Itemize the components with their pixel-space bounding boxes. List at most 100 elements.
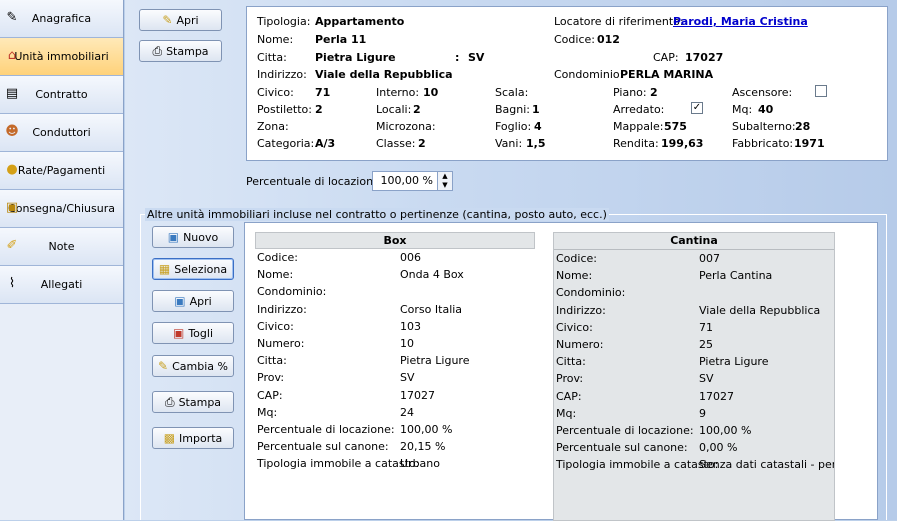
unit-field-row: Civico: 71 (554, 319, 834, 336)
citta-label: Citta: (257, 51, 287, 64)
select-icon: ▦ (158, 262, 171, 276)
pencil-icon: ✎ (162, 13, 173, 27)
togli-button[interactable]: ▣ Togli (152, 322, 234, 344)
unit-field-value: 100,00 % (400, 422, 453, 436)
scala-label: Scala: (495, 86, 529, 99)
arredato-checkbox[interactable]: ✓ (691, 102, 703, 114)
unit-field-value: 17027 (699, 389, 734, 403)
seleziona-label: Seleziona (174, 262, 228, 276)
condominio-value: PERLA MARINA (620, 68, 714, 81)
unit-field-row: Mq: 24 (255, 404, 535, 421)
sidebar-item-label: Consegna/Chiusura (8, 202, 115, 215)
note-icon: ✐ (6, 238, 18, 253)
cambia-percentuale-button[interactable]: ✎ Cambia % (152, 355, 234, 377)
prov-separator: : (455, 51, 460, 64)
sidebar-item-label: Rate/Pagamenti (17, 164, 106, 177)
apri-unit-button[interactable]: ▣ Apri (152, 290, 234, 312)
unit-card-box[interactable]: Box Codice: 006 Nome: Onda 4 Box Condominio:… (255, 232, 535, 472)
document-icon: ▤ (5, 86, 19, 101)
cambia-label: Cambia % (172, 359, 228, 373)
unit-field-label: Codice: (556, 252, 597, 265)
sidebar-item-rate-pagamenti[interactable]: ● Rate/Pagamenti (0, 152, 123, 190)
sidebar-item-label: Contratto (35, 88, 88, 101)
unit-field-row: Numero: 25 (554, 336, 834, 353)
sidebar-item-contratto[interactable]: ▤ Contratto (0, 76, 123, 114)
nuovo-button[interactable]: ▣ Nuovo (152, 226, 234, 248)
locatore-link[interactable]: Parodi, Maria Cristina (673, 15, 808, 28)
vani-label: Vani: (495, 137, 523, 150)
indirizzo-label: Indirizzo: (257, 68, 307, 81)
unit-field-row: Tipologia immobile a catasto: Urbano (255, 455, 535, 472)
percentuale-input[interactable]: 100,00 % (372, 171, 438, 191)
apri-label: Apri (176, 13, 199, 27)
ascensore-checkbox[interactable] (815, 85, 827, 97)
foglio-value: 4 (534, 120, 542, 133)
importa-button[interactable]: ▩ Importa (152, 427, 234, 449)
box-add-icon: ▣ (167, 230, 180, 244)
unit-field-value: 103 (400, 319, 421, 333)
unit-card-cantina[interactable]: Cantina Codice: 007 Nome: Perla Cantina Cond… (553, 232, 835, 521)
mappale-label: Mappale: (613, 120, 664, 133)
sidebar-item-label: Unità immobiliari (14, 50, 109, 63)
unit-field-value: 10 (400, 336, 414, 350)
pencil-icon: ✎ (6, 10, 18, 25)
codice-value: 012 (597, 33, 620, 46)
civico-value: 71 (315, 86, 331, 99)
seleziona-button[interactable]: ▦ Seleziona (152, 258, 234, 280)
togli-label: Togli (188, 326, 214, 340)
mq-label: Mq: (732, 103, 753, 116)
interno-label: Interno: (376, 86, 420, 99)
unit-field-row: Percentuale di locazione: 100,00 % (255, 421, 535, 438)
unit-field-value: Perla Cantina (699, 269, 773, 283)
unit-field-label: Condominio: (556, 286, 626, 300)
sidebar-item-consegna-chiusura[interactable]: ▣ Consegna/Chiusura (0, 190, 123, 228)
unit-field-label: Mq: (556, 406, 577, 420)
postiletto-label: Postiletto: (257, 103, 312, 116)
unit-field-label: Percentuale sul canone: (556, 441, 688, 455)
unit-field-label: Prov: (556, 372, 584, 386)
percentuale-label: Percentuale di locazione (246, 175, 380, 188)
nuovo-label: Nuovo (183, 230, 219, 244)
sidebar-item-anagrafica[interactable]: ✎ Anagrafica (0, 0, 123, 38)
unit-field-label: Percentuale di locazione: (556, 423, 694, 437)
rendita-value: 199,63 (661, 137, 704, 150)
other-units-title: Altre unità immobiliari incluse nel cont… (145, 208, 609, 221)
unit-field-row: Tipologia immobile a catasto: Senza dati … (554, 456, 834, 473)
percentuale-spinner[interactable]: ▲ ▼ (437, 171, 453, 191)
unit-card-title: Box (255, 232, 535, 249)
vani-value: 1,5 (526, 137, 546, 150)
locatore-label: Locatore di riferimento: (554, 15, 684, 28)
unit-field-row: Numero: 10 (255, 335, 535, 352)
codice-label: Codice: (554, 33, 595, 46)
unit-field-row: Prov: SV (255, 369, 535, 386)
unit-field-label: Percentuale di locazione: (257, 422, 395, 436)
unit-field-row: Percentuale sul canone: 20,15 % (255, 438, 535, 455)
spin-down-icon[interactable]: ▼ (438, 181, 452, 190)
unit-field-value: 25 (699, 337, 713, 351)
import-icon: ▩ (163, 431, 176, 445)
sidebar-item-allegati[interactable]: ⌇ Allegati (0, 266, 123, 304)
spin-up-icon[interactable]: ▲ (438, 172, 452, 181)
foglio-label: Foglio: (495, 120, 532, 133)
locali-label: Locali: (376, 103, 412, 116)
locali-value: 2 (413, 103, 421, 116)
arredato-label: Arredato: (613, 103, 665, 116)
piano-label: Piano: (613, 86, 647, 99)
unit-field-row: Percentuale di locazione: 100,00 % (554, 422, 834, 439)
cap-label: CAP: (653, 51, 679, 64)
apri-button[interactable]: ✎ Apri (139, 9, 222, 31)
sidebar-item-unita-immobiliari[interactable]: ⌂ Unità immobiliari (0, 38, 123, 76)
bagni-value: 1 (532, 103, 540, 116)
stampa-unit-button[interactable]: ⎙ Stampa (152, 391, 234, 413)
box-remove-icon: ▣ (172, 326, 185, 340)
condominio-label: Condominio: (554, 68, 624, 81)
unit-field-label: Citta: (556, 355, 586, 369)
unit-field-label: Prov: (257, 371, 285, 385)
unit-field-label: Tipologia immobile a catasto: (556, 458, 719, 472)
unit-field-label: Percentuale sul canone: (257, 440, 389, 454)
stampa-button[interactable]: ⎙ Stampa (139, 40, 222, 62)
fabbricato-value: 1971 (794, 137, 825, 150)
sidebar-item-note[interactable]: ✐ Note (0, 228, 123, 266)
sidebar-item-conduttori[interactable]: ☻ Conduttori (0, 114, 123, 152)
subalterno-label: Subalterno: (732, 120, 796, 133)
